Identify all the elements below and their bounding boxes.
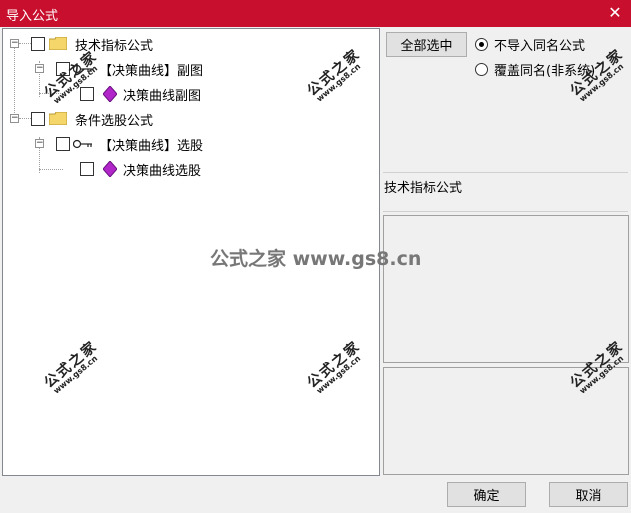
- close-icon[interactable]: ✕: [605, 3, 625, 23]
- select-all-button[interactable]: 全部选中: [386, 32, 467, 57]
- tree-node-tech-indicators[interactable]: − 技术指标公式: [3, 34, 373, 54]
- folder-icon: [49, 112, 67, 125]
- tree-node-stock-selection[interactable]: − 条件选股公式: [3, 109, 373, 129]
- folder-icon: [49, 37, 67, 50]
- tree-node-decision-curve-select[interactable]: − 【决策曲线】选股: [3, 134, 373, 154]
- title-bar: 导入公式 ✕: [0, 0, 631, 27]
- collapse-icon[interactable]: −: [10, 114, 19, 123]
- center-watermark: 公式之家 www.gs8.cn: [210, 248, 422, 270]
- tree-checkbox[interactable]: [80, 162, 94, 176]
- no-import-label[interactable]: 不导入同名公式: [494, 35, 585, 54]
- tree-node-label: 【决策曲线】选股: [99, 139, 204, 154]
- formula-type-box: 技术指标公式: [383, 172, 628, 212]
- tree-checkbox[interactable]: [31, 37, 45, 51]
- tree-node-label: 决策曲线副图: [123, 89, 202, 104]
- collapse-icon[interactable]: −: [35, 139, 44, 148]
- key-icon: [73, 139, 92, 149]
- cancel-button[interactable]: 取消: [549, 482, 628, 507]
- no-import-radio[interactable]: [475, 38, 488, 51]
- overwrite-radio[interactable]: [475, 63, 488, 76]
- formula-description-box: [383, 215, 629, 363]
- tree-node-label: 决策曲线选股: [123, 164, 202, 179]
- tree-checkbox[interactable]: [31, 112, 45, 126]
- formula-type-label: 技术指标公式: [384, 181, 463, 196]
- tree-checkbox[interactable]: [56, 137, 70, 151]
- collapse-icon[interactable]: −: [35, 64, 44, 73]
- collapse-icon[interactable]: −: [10, 39, 19, 48]
- tree-node-label: 【决策曲线】副图: [99, 64, 204, 79]
- tree-checkbox[interactable]: [80, 87, 94, 101]
- tree-node-decision-curve-select-formula[interactable]: 决策曲线选股: [3, 159, 373, 179]
- window-title: 导入公式: [6, 9, 59, 24]
- tree-node-label: 条件选股公式: [75, 114, 154, 129]
- formula-diamond-icon: [103, 86, 117, 102]
- ok-button[interactable]: 确定: [447, 482, 526, 507]
- formula-diamond-icon: [103, 161, 117, 177]
